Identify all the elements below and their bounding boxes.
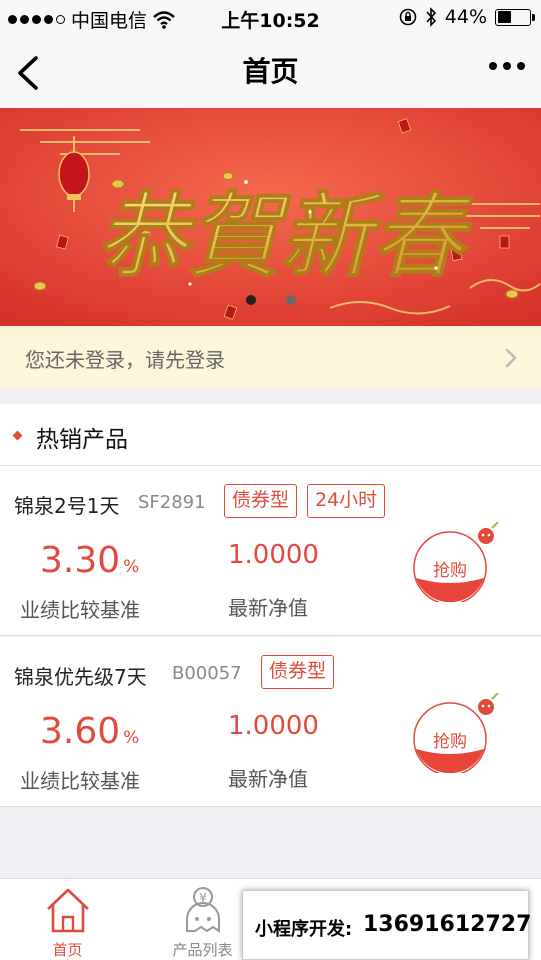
home-icon	[47, 888, 89, 933]
banner-carousel[interactable]: 恭賀新春	[0, 108, 541, 326]
status-bar: 中国电信 上午10:52 44%	[0, 0, 541, 38]
net-value: 1.0000	[228, 711, 319, 741]
promo-label: 小程序开发:	[255, 919, 353, 940]
chevron-right-icon	[505, 348, 517, 368]
product-code: SF2891	[138, 492, 206, 513]
rate-value: 3.60	[40, 711, 121, 752]
buy-button[interactable]: 抢购	[412, 522, 499, 608]
tab-home[interactable]: 首页	[0, 879, 135, 960]
rate-label: 业绩比较基准	[20, 598, 140, 622]
more-dots-icon[interactable]	[489, 62, 525, 70]
product-card[interactable]: 锦泉2号1天 SF2891 债券型 24小时 3.30% 业绩比较基准 1.00…	[0, 466, 541, 636]
buy-button[interactable]: 抢购	[412, 693, 499, 779]
rate-unit: %	[123, 557, 140, 577]
promo-overlay: 小程序开发: 13691612727	[242, 890, 532, 960]
login-prompt-bar[interactable]: 您还未登录，请先登录	[0, 326, 541, 388]
buy-button-label: 抢购	[433, 561, 467, 581]
rotation-lock-icon	[399, 8, 417, 26]
pagination-dot[interactable]	[245, 295, 256, 305]
pagination-dot[interactable]	[285, 295, 296, 305]
tab-label: 首页	[52, 941, 83, 959]
banner-greeting: 恭賀新春	[96, 182, 474, 290]
promo-phone: 13691612727	[363, 912, 532, 937]
net-value-label: 最新净值	[228, 767, 308, 791]
product-list-icon: ¥	[186, 887, 220, 933]
navigation-bar: 首页	[0, 38, 541, 108]
product-rate: 3.30%	[40, 540, 139, 581]
product-name: 锦泉优先级7天	[14, 665, 147, 689]
page-title: 首页	[242, 55, 299, 88]
battery-icon	[495, 8, 535, 26]
product-rate: 3.60%	[40, 711, 139, 752]
buy-button-label: 抢购	[433, 732, 467, 752]
banner-pagination	[0, 295, 541, 305]
product-card[interactable]: 锦泉优先级7天 B00057 债券型 3.60% 业绩比较基准 1.0000 最…	[0, 637, 541, 807]
section-title: 热销产品	[36, 427, 128, 453]
battery-percent: 44%	[444, 6, 487, 28]
banner-image: 恭賀新春	[0, 108, 541, 326]
product-tag: 债券型	[261, 655, 335, 689]
login-prompt-text: 您还未登录，请先登录	[25, 348, 225, 372]
bluetooth-icon	[426, 7, 436, 27]
product-tag: 债券型	[224, 484, 298, 518]
product-name: 锦泉2号1天	[14, 494, 120, 518]
hot-products-header: 热销产品	[0, 404, 541, 466]
product-code: B00057	[172, 663, 242, 684]
net-value: 1.0000	[228, 540, 319, 570]
rate-label: 业绩比较基准	[20, 769, 140, 793]
rate-value: 3.30	[40, 540, 121, 581]
diamond-bullet-icon	[12, 430, 23, 441]
product-tag: 24小时	[307, 484, 386, 518]
net-value-label: 最新净值	[228, 596, 308, 620]
status-right: 44%	[399, 6, 535, 28]
chevron-left-icon[interactable]	[12, 54, 46, 92]
rate-unit: %	[123, 728, 140, 748]
